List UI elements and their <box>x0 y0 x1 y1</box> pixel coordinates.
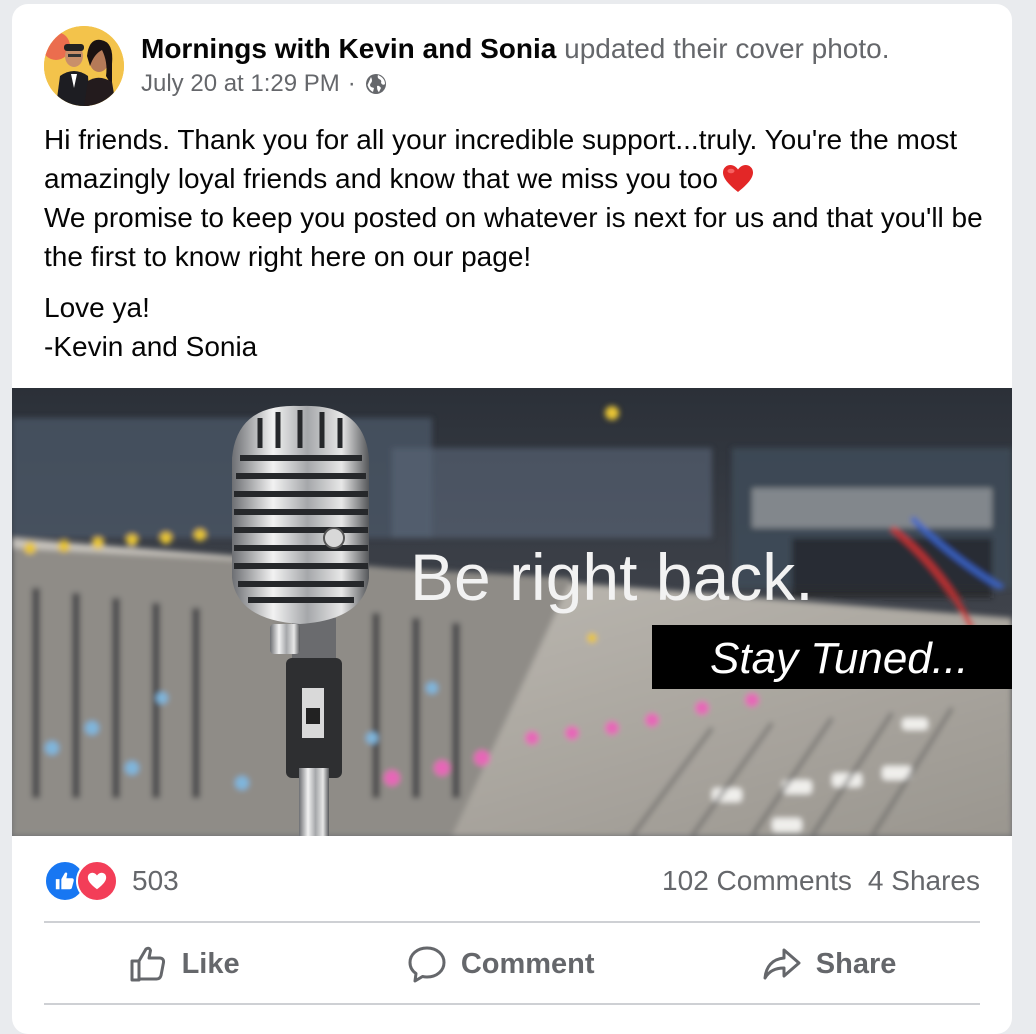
divider-bottom <box>44 1003 980 1005</box>
avatar-image <box>44 26 124 106</box>
post-meta: Mornings with Kevin and Sonia updated th… <box>141 30 1021 98</box>
reaction-summary[interactable]: 503 <box>44 860 179 902</box>
post-timestamp-row: July 20 at 1:29 PM · <box>141 70 1021 98</box>
share-arrow-icon <box>763 948 801 980</box>
post-timestamp[interactable]: July 20 at 1:29 PM <box>141 70 340 98</box>
post-paragraph-1b: We promise to keep you posted on whateve… <box>44 202 983 272</box>
page-name-link[interactable]: Mornings with Kevin and Sonia <box>141 33 556 64</box>
speech-bubble-icon <box>408 946 446 983</box>
reaction-icons <box>44 860 118 902</box>
post-title-line: Mornings with Kevin and Sonia updated th… <box>141 30 1021 68</box>
post-body: Hi friends. Thank you for all your incre… <box>44 120 994 378</box>
post-signoff: Love ya! -Kevin and Sonia <box>44 288 994 366</box>
heart-icon <box>722 165 753 192</box>
divider-top <box>44 921 980 923</box>
comment-label: Comment <box>460 947 595 980</box>
meta-separator: · <box>347 70 356 97</box>
engagement-stats: 102 Comments 4 Shares <box>662 865 980 897</box>
reaction-count: 503 <box>132 865 179 896</box>
post-paragraph-1: Hi friends. Thank you for all your incre… <box>44 120 994 276</box>
avatar[interactable] <box>44 26 124 106</box>
shares-count-link[interactable]: 4 Shares <box>868 865 980 897</box>
post-signoff-2: -Kevin and Sonia <box>44 331 258 362</box>
love-reaction-icon <box>76 860 118 902</box>
like-button[interactable]: Like <box>128 944 240 984</box>
like-label: Like <box>181 947 240 980</box>
globe-icon[interactable] <box>364 72 388 96</box>
post-signoff-1: Love ya! <box>44 292 150 323</box>
share-button[interactable]: Share <box>762 944 897 984</box>
post-paragraph-1-text: Hi friends. Thank you for all your incre… <box>44 124 958 194</box>
reactions-bar: 503 102 Comments 4 Shares <box>44 859 980 903</box>
comment-button[interactable]: Comment <box>407 944 595 984</box>
post-card: Mornings with Kevin and Sonia updated th… <box>12 4 1012 1034</box>
comments-count-link[interactable]: 102 Comments <box>662 865 852 897</box>
photo-headline: Be right back. <box>410 540 814 614</box>
share-label: Share <box>815 947 897 980</box>
photo-subline: Stay Tuned... <box>710 634 968 683</box>
post-action-text: updated their cover photo. <box>564 33 890 64</box>
cover-photo[interactable]: Be right back. Stay Tuned... <box>12 388 1012 836</box>
cover-photo-image: Be right back. Stay Tuned... <box>12 388 1012 836</box>
post-actions: Like Comment Share <box>44 924 980 1004</box>
thumbs-up-icon <box>130 946 165 982</box>
